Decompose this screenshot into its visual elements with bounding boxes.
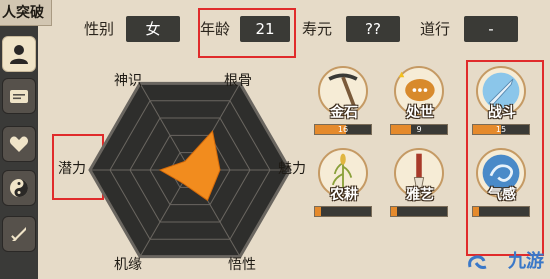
skill-progress: 15	[472, 124, 530, 135]
yin-yang-icon	[10, 179, 28, 197]
page-title-fragment: 人突破	[0, 0, 52, 26]
skill-level: 9	[416, 125, 422, 134]
watermark-text: 九游	[508, 251, 544, 272]
skill-progress	[390, 206, 448, 217]
sidebar-item-gear[interactable]	[2, 216, 36, 252]
skill-progress-fill	[473, 207, 479, 216]
sidebar-item-profile[interactable]	[2, 36, 36, 72]
radar-label-left: 潜力	[58, 161, 86, 177]
skill-name: 处世	[406, 105, 434, 121]
radar-label-top-right: 根骨	[224, 73, 252, 89]
card-icon	[10, 90, 28, 103]
heart-icon	[9, 136, 29, 152]
dao-label: 道行	[420, 20, 451, 38]
radar-label-bottom-right: 悟性	[228, 257, 256, 273]
skill-progress	[314, 206, 372, 217]
skill-progress	[472, 206, 530, 217]
radar-label-right: 魅力	[278, 161, 306, 177]
lifespan-value: ??	[346, 16, 400, 42]
gender-label: 性别	[84, 20, 115, 38]
sidebar-item-taiji[interactable]	[2, 170, 36, 206]
skill-name: 农耕	[330, 187, 358, 203]
skill-progress: 9	[390, 124, 448, 135]
radar-label-bottom-left: 机缘	[114, 257, 142, 273]
skill-name: 金石	[330, 105, 358, 121]
skill-progress-fill	[315, 207, 321, 216]
skill-level: 15	[495, 125, 507, 134]
skill-level: 16	[337, 125, 349, 134]
skill-name: 雅艺	[406, 187, 434, 203]
skill-name: 战斗	[488, 105, 516, 121]
skill-name: 气感	[488, 187, 516, 203]
sidebar-item-hearts[interactable]	[2, 126, 36, 162]
watermark-logo-icon	[468, 255, 487, 269]
skill-progress-fill	[391, 207, 397, 216]
lifespan-label: 寿元	[302, 20, 333, 38]
skill-progress: 16	[314, 124, 372, 135]
gender-value: 女	[126, 16, 180, 42]
highlight-age	[198, 8, 296, 58]
sidebar-item-cards[interactable]	[2, 78, 36, 114]
radar-label-top-left: 神识	[114, 73, 142, 89]
sword-icon	[11, 227, 26, 241]
person-icon	[10, 45, 28, 64]
dao-value: -	[464, 16, 518, 42]
